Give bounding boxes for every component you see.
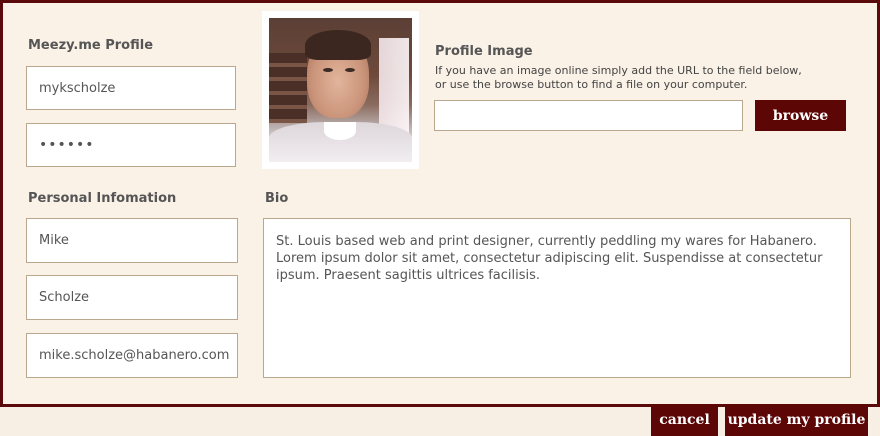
username-field[interactable]: mykscholze <box>26 66 236 110</box>
email-field[interactable]: mike.scholze@habanero.com <box>26 333 238 378</box>
personal-info-heading: Personal Infomation <box>28 191 177 206</box>
first-name-field[interactable]: Mike <box>26 218 238 263</box>
image-url-input[interactable] <box>434 100 743 131</box>
profile-image-heading: Profile Image <box>435 44 533 59</box>
hint-line-2: or use the browse button to find a file … <box>435 78 748 91</box>
update-profile-button[interactable]: update my profile <box>725 404 868 436</box>
profile-photo <box>262 11 419 169</box>
browse-button[interactable]: browse <box>755 100 846 131</box>
password-field[interactable]: •••••• <box>26 123 236 167</box>
profile-heading: Meezy.me Profile <box>28 38 154 53</box>
hint-line-1: If you have an image online simply add t… <box>435 64 802 77</box>
last-name-field[interactable]: Scholze <box>26 275 238 320</box>
bio-heading: Bio <box>265 191 289 206</box>
profile-image-hint: If you have an image online simply add t… <box>435 64 835 92</box>
profile-photo-image <box>269 18 412 162</box>
cancel-button[interactable]: cancel <box>651 404 718 436</box>
bio-textarea[interactable]: St. Louis based web and print designer, … <box>263 218 851 378</box>
